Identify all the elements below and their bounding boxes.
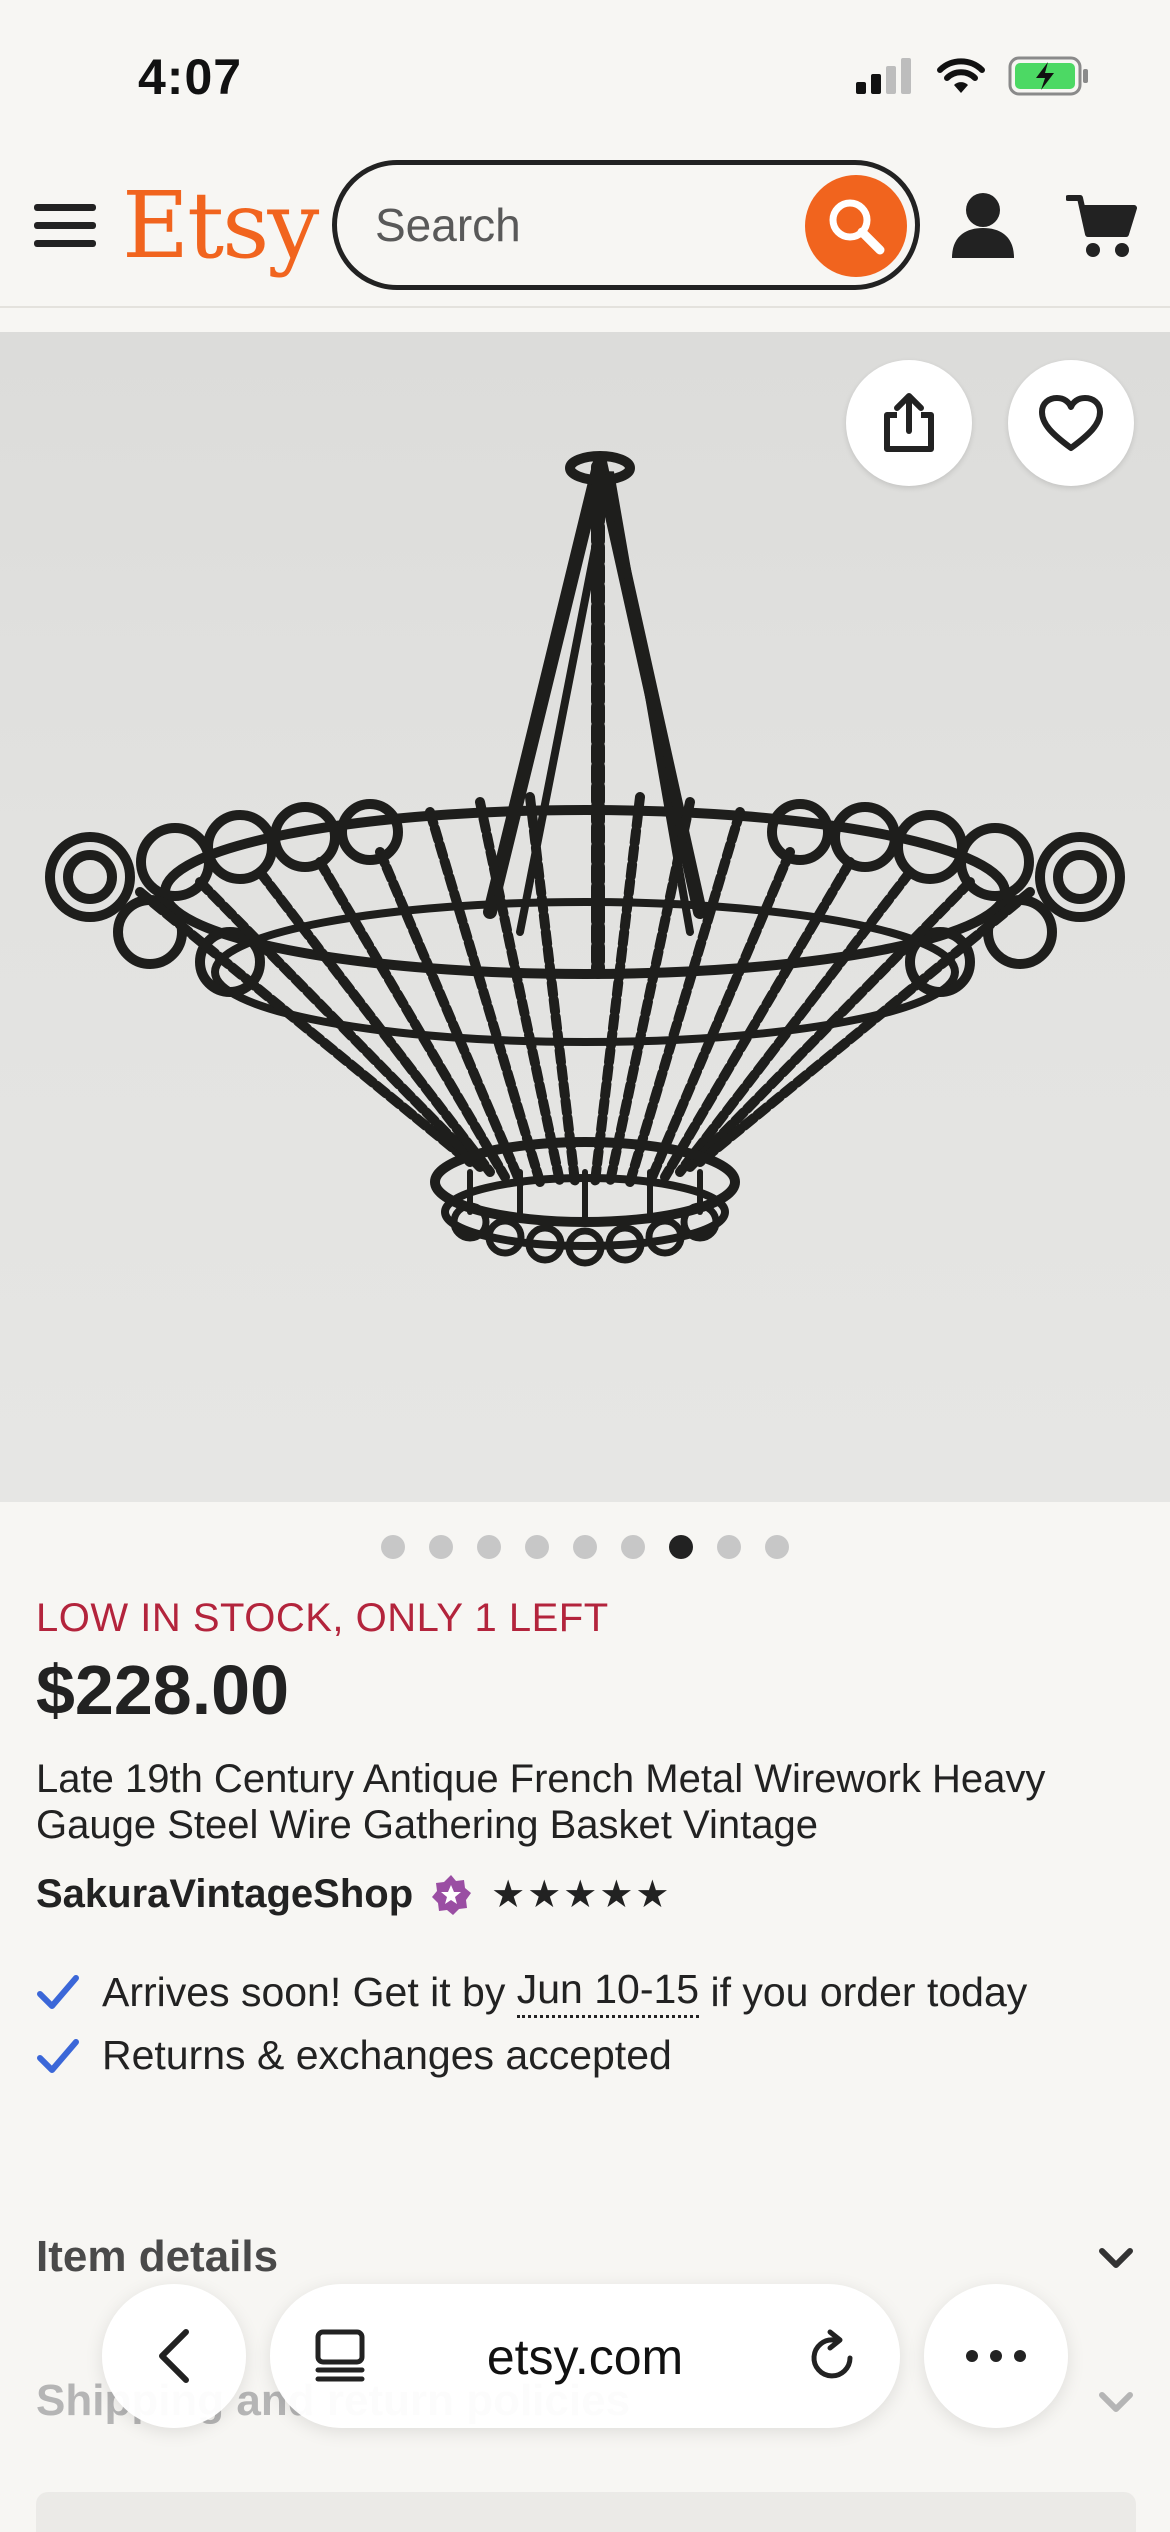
search-input[interactable] (375, 191, 775, 259)
product-image[interactable] (0, 332, 1170, 1502)
search-icon (829, 199, 885, 255)
delivery-estimate: Arrives soon! Get it by Jun 10-15 if you… (36, 1966, 1027, 2018)
favorite-button[interactable] (1008, 360, 1134, 486)
cart-icon[interactable] (1066, 192, 1138, 262)
status-time: 4:07 (138, 49, 243, 105)
carousel-dot[interactable] (429, 1535, 453, 1559)
share-icon (884, 393, 934, 452)
battery-charging-icon (1008, 56, 1088, 96)
check-icon (37, 1975, 79, 2009)
returns-info: Returns & exchanges accepted (36, 2032, 672, 2079)
reload-icon[interactable] (804, 2328, 860, 2384)
search-bar (332, 160, 920, 290)
site-header: Etsy (0, 150, 1170, 308)
etsy-logo[interactable]: Etsy (122, 172, 319, 279)
wire-basket-image (45, 451, 1125, 1267)
back-icon (159, 2329, 189, 2383)
item-details-accordion[interactable]: Item details (36, 2232, 1136, 2282)
carousel-dot-active[interactable] (669, 1535, 693, 1559)
chevron-down-icon (1099, 2248, 1133, 2268)
image-carousel-indicator[interactable] (0, 1530, 1170, 1564)
carousel-dot[interactable] (717, 1535, 741, 1559)
browser-back-button[interactable] (102, 2284, 246, 2428)
wifi-icon (937, 58, 985, 93)
carousel-dot[interactable] (621, 1535, 645, 1559)
browser-more-button[interactable] (924, 2284, 1068, 2428)
browser-address-bar[interactable]: etsy.com (270, 2284, 900, 2428)
carousel-dot[interactable] (525, 1535, 549, 1559)
next-section-card (36, 2492, 1136, 2532)
star-seller-icon (432, 1874, 472, 1915)
heart-icon (1039, 395, 1103, 451)
carousel-dot[interactable] (477, 1535, 501, 1559)
carousel-dot[interactable] (765, 1535, 789, 1559)
search-button[interactable] (805, 175, 907, 277)
item-details-heading: Item details (36, 2232, 279, 2281)
rating-stars[interactable]: ★★★★★ (491, 1872, 671, 1917)
cellular-signal-icon (856, 58, 911, 94)
delivery-text-prefix: Arrives soon! Get it by (102, 1968, 517, 2015)
delivery-date[interactable]: Jun 10-15 (516, 1966, 700, 2018)
delivery-text-suffix: if you order today (699, 1968, 1028, 2015)
menu-icon[interactable] (34, 200, 96, 252)
price: $228.00 (36, 1651, 290, 1729)
share-button[interactable] (846, 360, 972, 486)
more-icon (966, 2350, 1026, 2362)
browser-toolbar: etsy.com (0, 2284, 1170, 2430)
shop-name-link[interactable]: SakuraVintageShop (36, 1872, 413, 1917)
listing-title: Late 19th Century Antique French Metal W… (36, 1757, 1046, 1847)
returns-text: Returns & exchanges accepted (102, 2032, 672, 2078)
carousel-dot[interactable] (573, 1535, 597, 1559)
stock-warning: LOW IN STOCK, ONLY 1 LEFT (36, 1596, 609, 1640)
carousel-dot[interactable] (381, 1535, 405, 1559)
shop-row: SakuraVintageShop ★★★★★ (36, 1872, 672, 1917)
check-icon (37, 2038, 79, 2073)
user-icon[interactable] (948, 190, 1018, 260)
status-icons (856, 56, 1090, 96)
status-bar: 4:07 (0, 0, 1170, 150)
